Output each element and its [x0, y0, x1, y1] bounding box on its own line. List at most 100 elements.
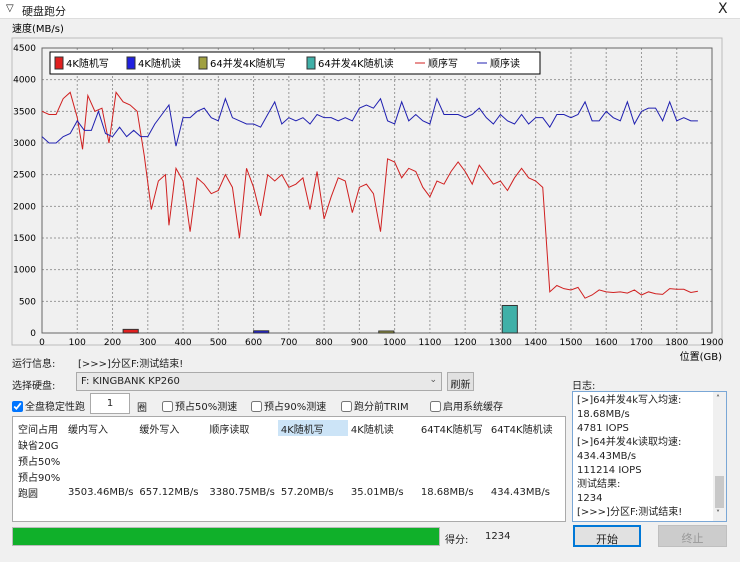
x-tick-label: 1900 — [701, 338, 724, 348]
table-cell — [348, 468, 418, 484]
table-cell — [488, 468, 558, 484]
legend-swatch — [54, 56, 64, 70]
x-tick-label: 800 — [316, 338, 333, 348]
column-header: 4K随机读 — [350, 424, 394, 436]
table-cell — [348, 436, 418, 452]
table-cell: 预占90% — [18, 472, 61, 484]
y-tick-label: 500 — [19, 297, 36, 307]
legend-label: 4K随机读 — [138, 57, 181, 70]
start-button[interactable]: 开始 — [573, 525, 641, 547]
scroll-down-icon[interactable]: ˅ — [716, 507, 720, 521]
log-box[interactable]: [>]64并发4k写入均速: 18.68MB/s 4781 IOPS [>]64并发4… — [572, 391, 727, 522]
table-cell — [418, 452, 488, 468]
x-axis-label: 位置(GB) — [680, 350, 723, 362]
trim-checkbox[interactable]: 跑分前TRIM — [341, 398, 409, 413]
disk-select-value: F: KINGBANK KP260 — [81, 376, 180, 387]
full-disk-checkbox[interactable]: 全盘稳定性跑 — [12, 398, 85, 413]
table-cell: 57.20MB/s — [280, 486, 334, 498]
bar-0 — [122, 328, 139, 334]
x-tick-label: 1800 — [665, 338, 688, 348]
stop-button[interactable]: 终止 — [658, 525, 727, 547]
y-tick-label: 4500 — [13, 44, 36, 54]
table-cell — [136, 452, 206, 468]
cache-label: 启用系统缓存 — [443, 402, 503, 413]
y-tick-label: 3000 — [13, 139, 36, 149]
log-line: [>]64并发4k写入均速: — [577, 395, 682, 406]
run-info-label: 运行信息: — [12, 359, 56, 370]
x-tick-label: 1600 — [595, 338, 618, 348]
x-tick-label: 600 — [245, 338, 262, 348]
bar-1 — [253, 330, 270, 334]
progress-bar — [12, 527, 440, 546]
pre90-checkbox[interactable]: 预占90%测速 — [251, 398, 326, 413]
table-cell: 缺省20G — [18, 440, 59, 452]
table-cell — [65, 468, 136, 484]
legend-label: 64并发4K随机写 — [210, 57, 286, 70]
column-header: 缓外写入 — [139, 424, 180, 436]
table-row: 预占90% — [15, 468, 558, 484]
log-line: [>]64并发4k读取均速: — [577, 437, 682, 448]
y-tick-label: 4000 — [13, 76, 36, 86]
scrollbar-thumb[interactable] — [715, 476, 724, 508]
table-cell — [206, 452, 277, 468]
table-cell — [348, 452, 418, 468]
log-line: 1234 — [577, 493, 603, 504]
table-cell — [278, 452, 348, 468]
x-tick-label: 700 — [280, 338, 297, 348]
disk-label: 选择硬盘: — [12, 381, 56, 392]
column-header: 64T4K随机写 — [420, 424, 483, 436]
table-cell — [136, 468, 206, 484]
log-line: 111214 IOPS — [577, 465, 642, 476]
log-line: 测试结果: — [577, 479, 621, 490]
table-cell: 434.43MB/s — [490, 486, 550, 498]
cache-checkbox[interactable]: 启用系统缓存 — [430, 398, 503, 413]
score-value: 1234 — [485, 531, 511, 542]
table-cell — [65, 436, 136, 452]
column-header: 顺序读取 — [209, 424, 250, 436]
bar-2 — [378, 330, 395, 334]
table-cell: 跑圆 — [18, 488, 38, 500]
pre50-checkbox[interactable]: 预占50%测速 — [162, 398, 237, 413]
trim-label: 跑分前TRIM — [354, 402, 409, 413]
pre50-label: 预占50%测速 — [175, 402, 238, 413]
y-tick-label: 2500 — [13, 171, 36, 181]
table-cell: 3380.75MB/s — [209, 486, 275, 498]
legend-label: 顺序写 — [428, 57, 458, 70]
y-tick-label: 3500 — [13, 107, 36, 117]
scroll-up-icon[interactable]: ˄ — [716, 392, 720, 406]
disk-select[interactable]: F: KINGBANK KP260 ⌄ — [76, 372, 442, 391]
table-cell: 657.12MB/s — [139, 486, 199, 498]
y-axis-label: 速度(MB/s) — [12, 22, 64, 35]
table-cell — [206, 436, 277, 452]
speed-chart: 速度(MB/s)位置(GB)05001000150020002500300035… — [11, 22, 724, 362]
table-row: 缺省20G — [15, 436, 558, 452]
x-tick-label: 400 — [174, 338, 191, 348]
x-tick-label: 900 — [351, 338, 368, 348]
results-table: 空间占用 缓内写入 缓外写入 顺序读取 4K随机写 4K随机读 64T4K随机写 64T4K随… — [12, 416, 566, 522]
table-cell: 18.68MB/s — [420, 486, 474, 498]
x-tick-label: 1100 — [418, 338, 441, 348]
refresh-button[interactable]: 刷新 — [447, 372, 474, 391]
column-header: 空间占用 — [18, 424, 58, 436]
table-header: 空间占用 缓内写入 缓外写入 顺序读取 4K随机写 4K随机读 64T4K随机写 64T4K随… — [15, 420, 558, 436]
full-disk-label: 全盘稳定性跑 — [25, 402, 85, 413]
log-scrollbar[interactable]: ˄ ˅ — [713, 392, 726, 521]
table-cell: 35.01MB/s — [350, 486, 404, 498]
rounds-input[interactable]: 1 — [90, 393, 130, 414]
legend — [49, 51, 541, 75]
legend-label: 64并发4K随机读 — [318, 57, 394, 70]
column-header: 缓内写入 — [68, 424, 108, 436]
chevron-down-icon: ⌄ — [429, 375, 437, 385]
table-cell: 预占50% — [18, 456, 61, 468]
score-label: 得分: — [445, 535, 469, 546]
log-line: 4781 IOPS — [577, 423, 629, 434]
log-label: 日志: — [572, 381, 596, 392]
progress-fill — [13, 528, 439, 545]
bar-3 — [501, 304, 518, 334]
x-tick-label: 200 — [104, 338, 121, 348]
x-tick-label: 0 — [39, 338, 45, 348]
table-cell — [206, 468, 277, 484]
legend-swatch — [306, 56, 316, 70]
legend-swatch — [198, 56, 208, 70]
table-cell — [488, 452, 558, 468]
